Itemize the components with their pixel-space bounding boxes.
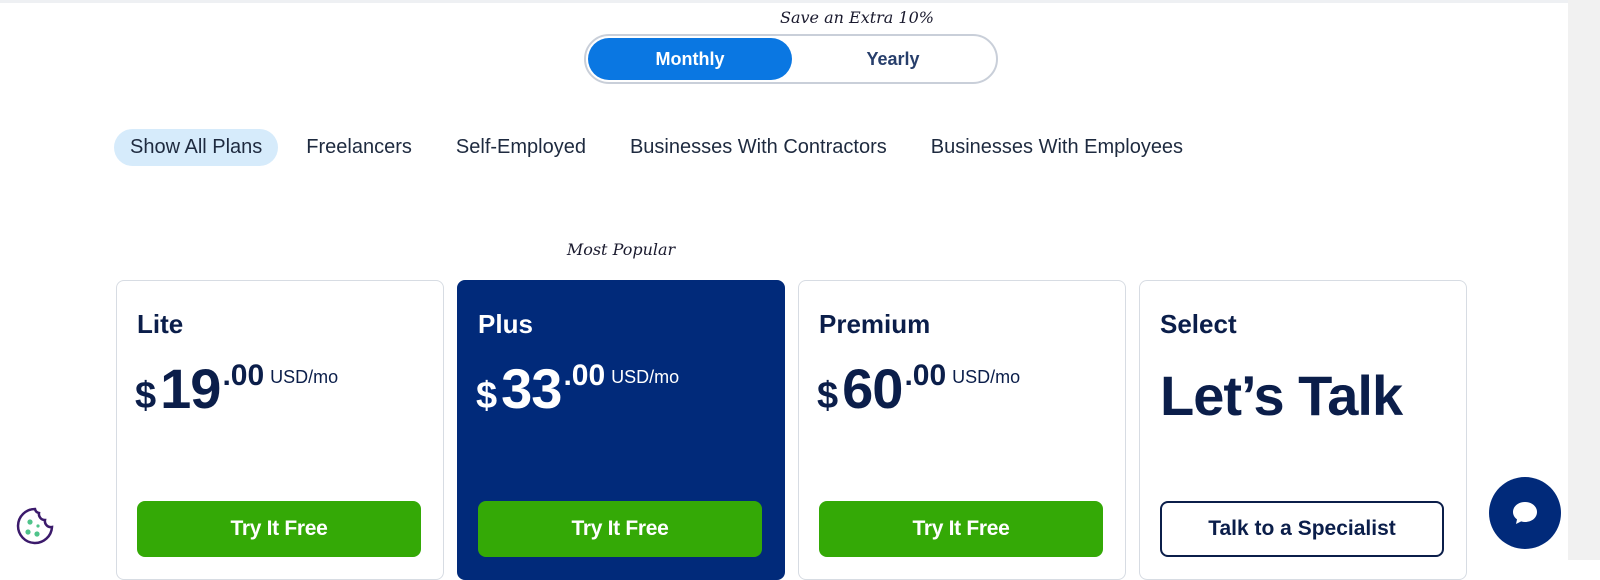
price-whole: 19 <box>160 357 221 420</box>
yearly-toggle-button[interactable]: Yearly <box>792 38 994 80</box>
plan-card-lite: Lite $ 19 .00 USD/mo Try It Free <box>116 280 444 580</box>
price-unit: USD/mo <box>270 367 339 387</box>
billing-toggle[interactable]: Monthly Yearly <box>584 34 998 84</box>
plan-card-select: Select Let’s Talk Talk to a Specialist <box>1139 280 1467 580</box>
save-extra-note: Save an Extra 10% <box>780 8 934 27</box>
plan-filter-tabs: Show All Plans Freelancers Self-Employed… <box>114 128 1211 166</box>
scrollbar[interactable] <box>1568 0 1600 560</box>
price-unit: USD/mo <box>611 367 680 387</box>
plan-name: Select <box>1160 309 1237 339</box>
price-unit: USD/mo <box>952 367 1021 387</box>
monthly-toggle-button[interactable]: Monthly <box>588 38 792 80</box>
plan-price: $ 19 .00 USD/mo <box>135 359 338 419</box>
most-popular-label: Most Popular <box>566 240 676 259</box>
price-currency: $ <box>817 375 839 417</box>
top-divider <box>0 0 1568 3</box>
chat-bubble-icon[interactable] <box>1489 477 1561 549</box>
filter-self-employed[interactable]: Self-Employed <box>440 129 602 166</box>
plan-name: Lite <box>137 309 184 339</box>
price-cents: .00 <box>222 359 265 392</box>
lets-talk-headline: Let’s Talk <box>1160 364 1403 427</box>
filter-freelancers[interactable]: Freelancers <box>290 129 428 166</box>
filter-businesses-with-employees[interactable]: Businesses With Employees <box>915 129 1199 166</box>
price-cents: .00 <box>904 359 947 392</box>
cookie-icon[interactable] <box>14 505 56 547</box>
plan-card-premium: Premium $ 60 .00 USD/mo Try It Free <box>798 280 1126 580</box>
price-currency: $ <box>476 375 498 417</box>
plan-price: $ 60 .00 USD/mo <box>817 359 1020 419</box>
plan-card-plus: Plus $ 33 .00 USD/mo Try It Free <box>457 280 785 580</box>
plan-name: Premium <box>819 309 931 339</box>
price-whole: 33 <box>501 357 562 420</box>
talk-to-specialist-button[interactable]: Talk to a Specialist <box>1160 501 1444 557</box>
plan-name: Plus <box>478 309 533 339</box>
price-cents: .00 <box>563 359 606 392</box>
filter-businesses-with-contractors[interactable]: Businesses With Contractors <box>614 129 903 166</box>
price-whole: 60 <box>842 357 903 420</box>
try-it-free-button[interactable]: Try It Free <box>819 501 1103 557</box>
try-it-free-button[interactable]: Try It Free <box>137 501 421 557</box>
filter-show-all-plans[interactable]: Show All Plans <box>114 128 279 166</box>
price-currency: $ <box>135 375 157 417</box>
try-it-free-button[interactable]: Try It Free <box>478 501 762 557</box>
plan-price: $ 33 .00 USD/mo <box>476 359 679 419</box>
